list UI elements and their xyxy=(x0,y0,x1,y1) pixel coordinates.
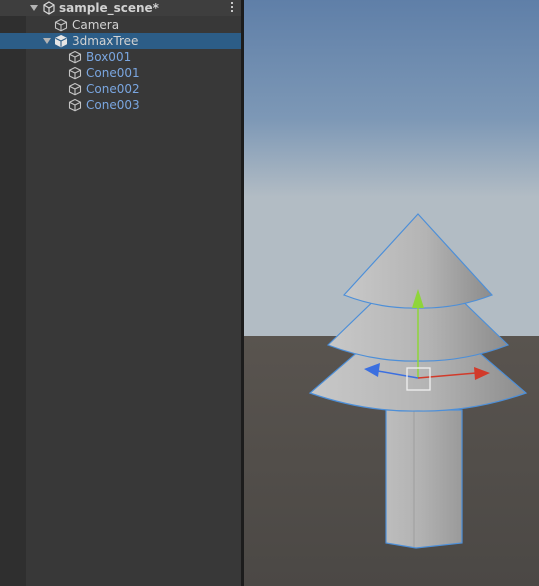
hierarchy-item-cone001[interactable]: Cone001 xyxy=(0,65,241,81)
gameobject-cube-icon xyxy=(68,82,82,96)
hierarchy-item-box001[interactable]: Box001 xyxy=(0,49,241,65)
hierarchy-item-label: 3dmaxTree xyxy=(72,34,139,48)
kebab-menu-icon[interactable] xyxy=(229,0,235,16)
gameobject-cube-icon xyxy=(68,98,82,112)
hierarchy-item-cone002[interactable]: Cone002 xyxy=(0,81,241,97)
hierarchy-item-label: Cone003 xyxy=(86,98,140,112)
scene-name: sample_scene* xyxy=(59,1,159,15)
prefab-cube-icon xyxy=(55,34,67,48)
hierarchy-item-label: Cone002 xyxy=(86,82,140,96)
hierarchy-item-label: Box001 xyxy=(86,50,132,64)
hierarchy-item-camera[interactable]: Camera xyxy=(0,17,241,33)
hierarchy-panel: sample_scene* Camera 3dmaxTree Box001 Co… xyxy=(0,0,241,586)
hierarchy-item-label: Camera xyxy=(72,18,120,32)
gameobject-cube-icon xyxy=(54,18,68,32)
hierarchy-item-label: Cone001 xyxy=(86,66,140,80)
unity-scene-icon xyxy=(43,1,55,15)
scene-viewport[interactable] xyxy=(244,0,539,586)
expand-arrow-icon[interactable] xyxy=(43,38,51,44)
expand-arrow-icon[interactable] xyxy=(30,5,38,11)
gameobject-cube-icon xyxy=(68,66,82,80)
trunk-box001[interactable] xyxy=(385,409,463,549)
hierarchy-item-cone003[interactable]: Cone003 xyxy=(0,97,241,113)
gameobject-cube-icon xyxy=(68,50,82,64)
scene-header-row[interactable]: sample_scene* xyxy=(0,0,241,16)
hierarchy-item-3dmaxtree[interactable]: 3dmaxTree xyxy=(0,33,241,49)
